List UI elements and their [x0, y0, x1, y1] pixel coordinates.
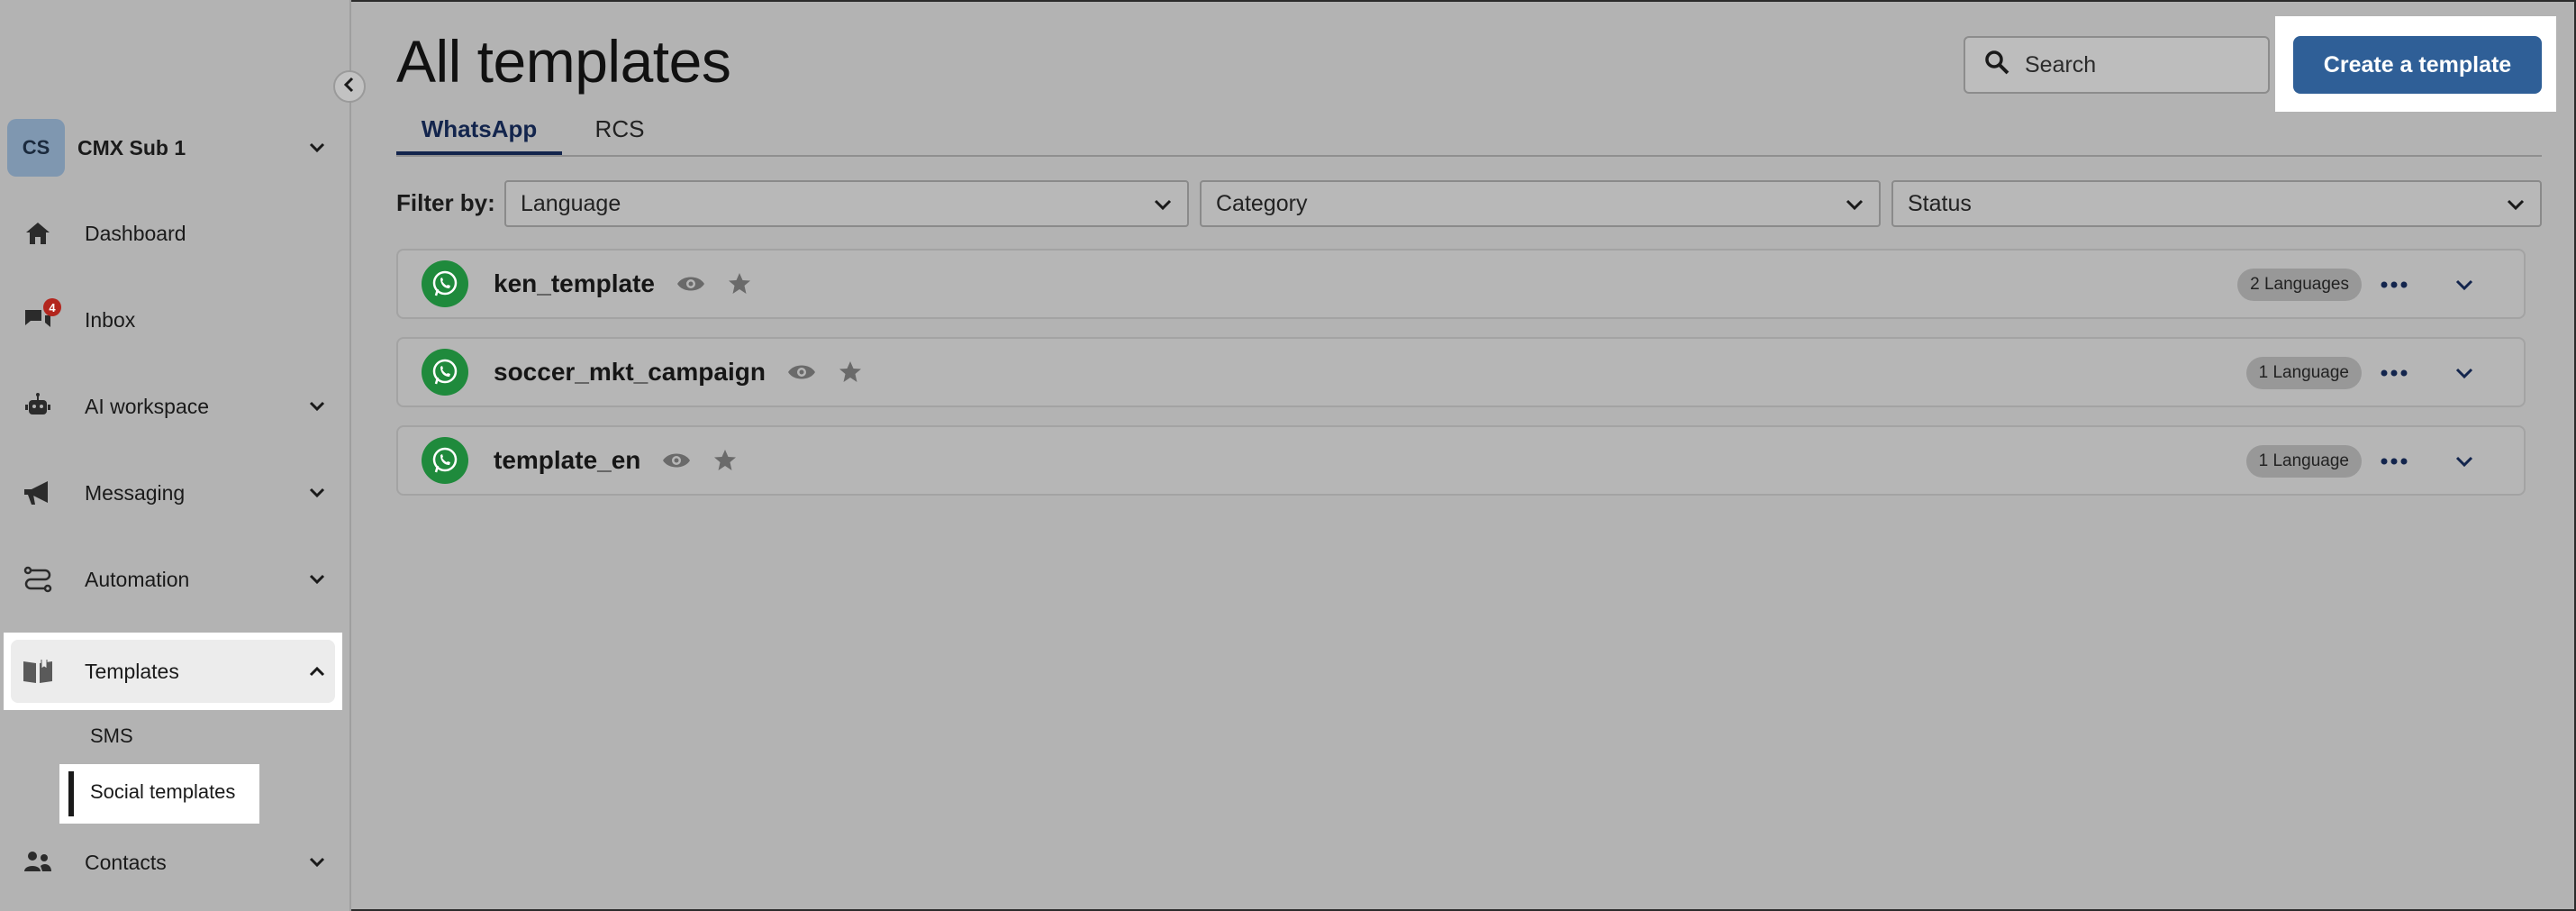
chevron-down-icon [306, 852, 328, 873]
status-filter[interactable]: Status [1891, 180, 2542, 227]
sidebar-item-templates[interactable]: Templates [7, 640, 340, 703]
sidebar-item-ai-workspace[interactable]: AI workspace [7, 375, 340, 438]
tab-whatsapp[interactable]: WhatsApp [396, 110, 562, 155]
megaphone-icon [20, 475, 56, 511]
language-count-badge: 2 Languages [2237, 269, 2362, 301]
chevron-down-icon[interactable] [2448, 445, 2481, 478]
tab-rcs[interactable]: RCS [584, 110, 656, 155]
chevron-down-icon [306, 482, 328, 504]
chevron-left-icon [343, 77, 356, 97]
create-template-button[interactable]: Create a template [2293, 36, 2542, 94]
whatsapp-icon [422, 349, 468, 396]
sidebar-item-dashboard[interactable]: Dashboard [7, 202, 340, 265]
star-icon[interactable] [709, 444, 741, 477]
more-options-icon[interactable] [2376, 269, 2412, 301]
more-options-icon[interactable] [2376, 357, 2412, 389]
chevron-down-icon [1153, 191, 1173, 217]
sidebar-item-label: Automation [85, 567, 190, 591]
search-placeholder: Search [2025, 51, 2097, 77]
template-row[interactable]: ken_template 2 Languages [396, 249, 2526, 319]
filter-label: Filter by: [396, 189, 495, 216]
chevron-down-icon [2506, 191, 2526, 217]
chevron-down-icon [1845, 191, 1864, 217]
star-icon[interactable] [834, 356, 866, 388]
chevron-down-icon [306, 137, 328, 159]
sidebar-item-label: Templates [85, 659, 179, 683]
account-name: CMX Sub 1 [77, 135, 186, 159]
template-row[interactable]: soccer_mkt_campaign 1 Language [396, 337, 2526, 407]
chevron-down-icon [306, 396, 328, 417]
language-count-badge: 1 Language [2245, 445, 2362, 478]
sidebar-subitem-social-templates[interactable]: Social templates [90, 780, 235, 804]
sidebar-item-label: Inbox [85, 307, 136, 332]
language-count-badge: 1 Language [2245, 357, 2362, 389]
home-icon [20, 215, 56, 251]
chevron-down-icon[interactable] [2448, 269, 2481, 301]
tab-bar: WhatsApp RCS [396, 106, 2542, 157]
sidebar-collapse-button[interactable] [333, 70, 366, 103]
sidebar-item-contacts[interactable]: Contacts [7, 831, 340, 894]
sidebar: CS CMX Sub 1 Dashboard 4 Inbox AI worksp… [0, 0, 351, 911]
chat-icon: 4 [20, 298, 61, 338]
people-icon [20, 844, 56, 880]
eye-icon[interactable] [785, 356, 818, 388]
category-filter[interactable]: Category [1200, 180, 1881, 227]
template-name: ken_template [494, 269, 655, 297]
sidebar-item-label: Messaging [85, 480, 186, 505]
search-input[interactable]: Search [1964, 36, 2270, 94]
sidebar-item-inbox[interactable]: 4 Inbox [7, 288, 340, 351]
star-icon[interactable] [723, 268, 756, 300]
account-switcher[interactable]: CS CMX Sub 1 [7, 119, 340, 177]
template-name: soccer_mkt_campaign [494, 358, 766, 386]
template-name: template_en [494, 446, 641, 474]
chevron-down-icon [306, 569, 328, 590]
sidebar-item-label: AI workspace [85, 394, 210, 418]
eye-icon[interactable] [660, 444, 693, 477]
language-filter[interactable]: Language [504, 180, 1189, 227]
chevron-up-icon [306, 660, 328, 682]
book-icon [20, 653, 56, 689]
whatsapp-icon [422, 260, 468, 307]
sidebar-subitem-sms[interactable]: SMS [90, 724, 133, 748]
inbox-badge: 4 [43, 298, 61, 316]
language-filter-value: Language [521, 190, 621, 216]
route-icon [20, 561, 56, 597]
eye-icon[interactable] [675, 268, 707, 300]
sidebar-item-label: Contacts [85, 850, 167, 874]
template-row[interactable]: template_en 1 Language [396, 425, 2526, 496]
sidebar-item-messaging[interactable]: Messaging [7, 461, 340, 524]
robot-icon [20, 388, 56, 424]
page-title: All templates [396, 28, 731, 95]
category-filter-value: Category [1216, 190, 1308, 216]
whatsapp-icon [422, 437, 468, 484]
sidebar-item-label: Dashboard [85, 221, 186, 245]
avatar: CS [7, 119, 65, 177]
more-options-icon[interactable] [2376, 445, 2412, 478]
search-icon [1983, 49, 2010, 82]
sidebar-item-automation[interactable]: Automation [7, 548, 340, 611]
status-filter-value: Status [1908, 190, 1972, 216]
chevron-down-icon[interactable] [2448, 357, 2481, 389]
active-indicator [68, 771, 74, 816]
